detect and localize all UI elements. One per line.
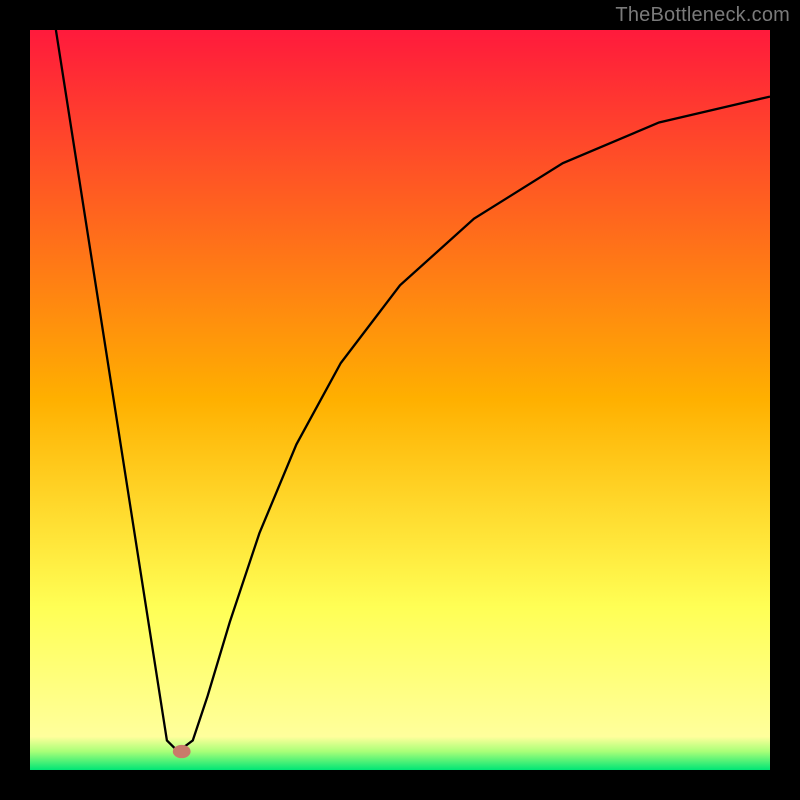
attribution-label: TheBottleneck.com: [615, 4, 790, 27]
markers: [173, 745, 191, 758]
chart-frame: TheBottleneck.com: [0, 0, 800, 800]
gradient-background: [30, 30, 770, 770]
chart-plot: [30, 30, 770, 770]
selected-point: [173, 745, 191, 758]
